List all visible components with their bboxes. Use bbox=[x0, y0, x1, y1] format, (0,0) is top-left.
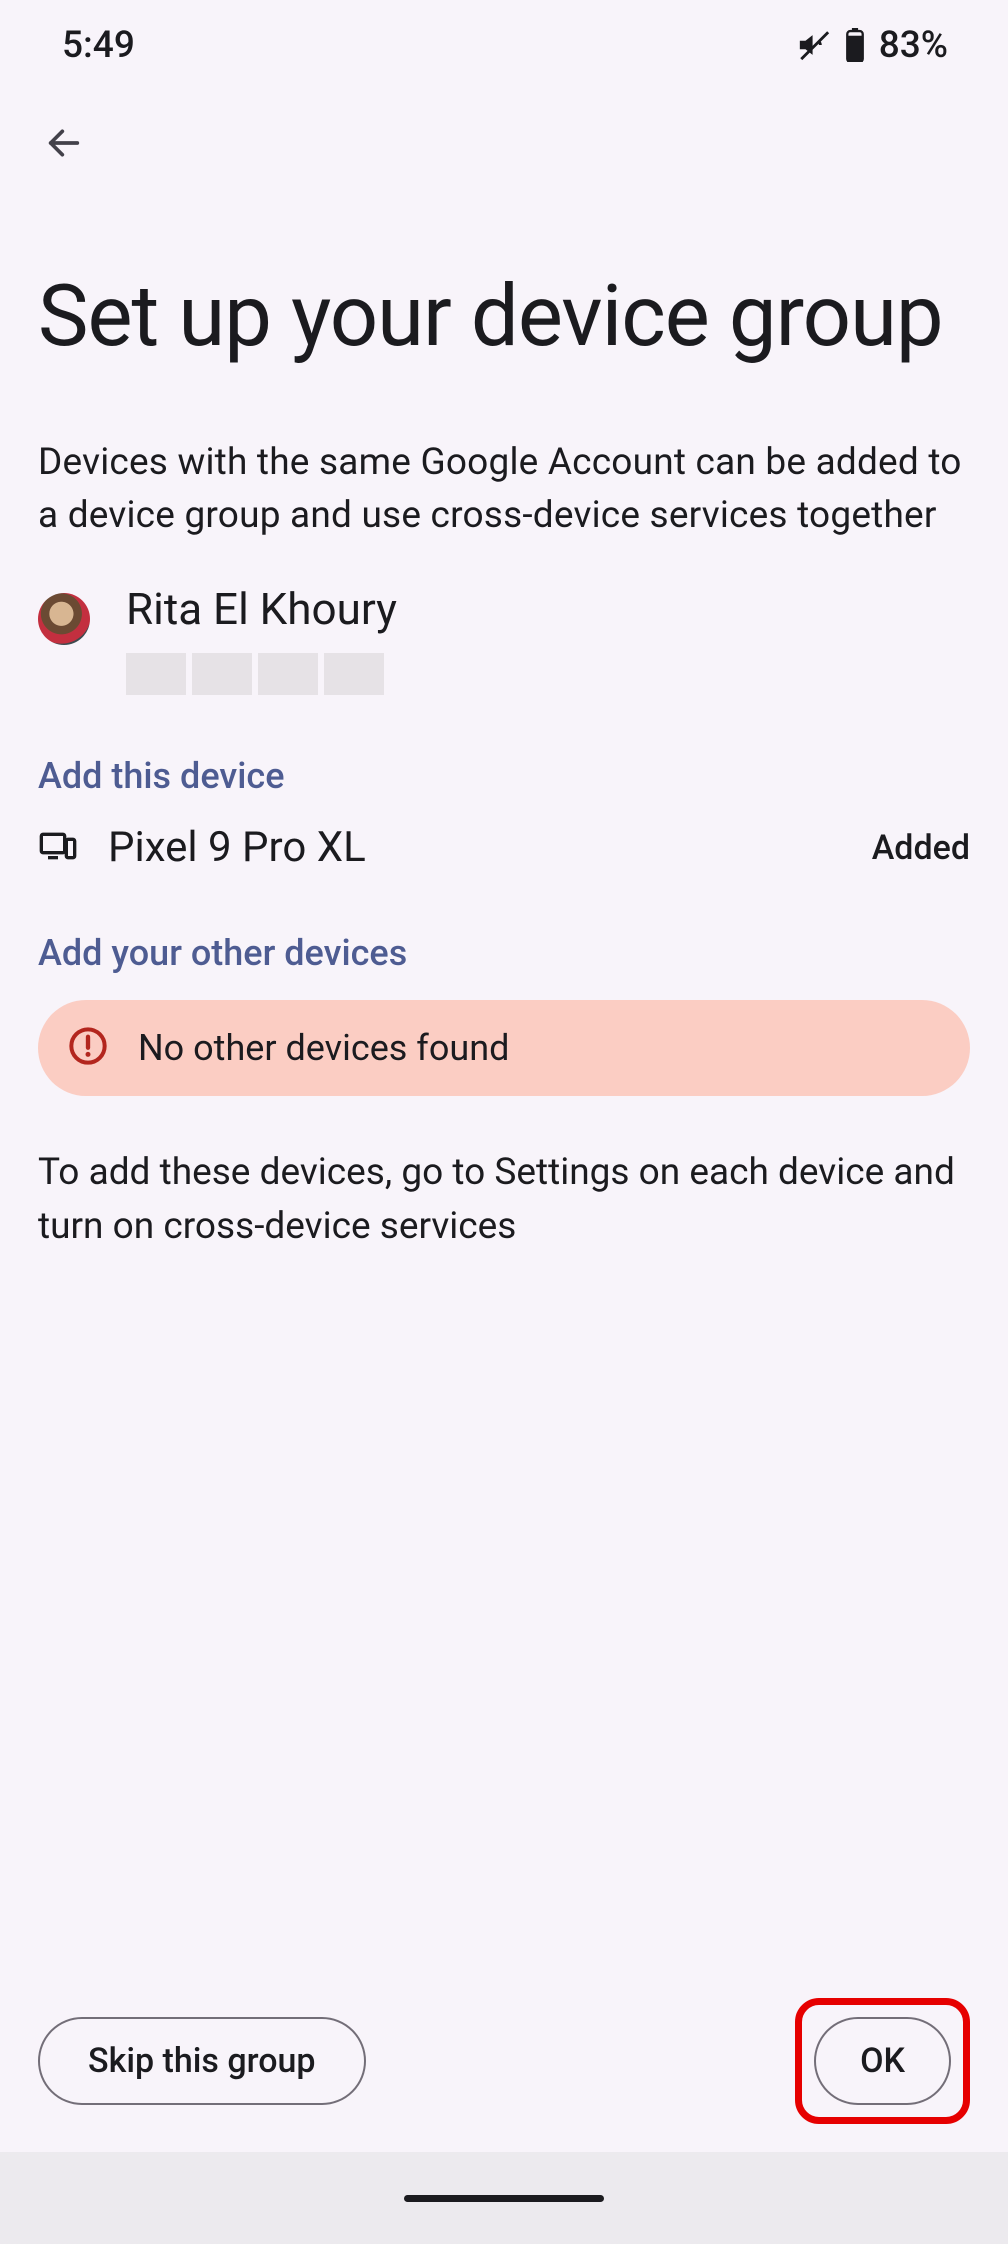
page-title: Set up your device group bbox=[38, 268, 970, 366]
status-bar: 5:49 83% bbox=[0, 0, 1008, 90]
account-name: Rita El Khoury bbox=[126, 583, 406, 635]
back-button[interactable] bbox=[40, 120, 88, 168]
this-device-name: Pixel 9 Pro XL bbox=[108, 823, 842, 872]
battery-icon bbox=[845, 28, 865, 62]
ok-button-highlight: OK bbox=[795, 1998, 970, 2124]
this-device-row: Pixel 9 Pro XL Added bbox=[38, 823, 970, 872]
skip-button[interactable]: Skip this group bbox=[38, 2017, 366, 2105]
this-device-status: Added bbox=[872, 828, 970, 868]
section-header-this-device: Add this device bbox=[38, 755, 970, 797]
status-right: 83% bbox=[797, 24, 948, 67]
battery-percentage: 83% bbox=[879, 24, 948, 67]
account-info: Rita El Khoury bbox=[126, 583, 406, 695]
nav-bar bbox=[0, 90, 1008, 168]
warning-banner: No other devices found bbox=[38, 1000, 970, 1096]
gesture-bar[interactable] bbox=[404, 2195, 604, 2202]
avatar bbox=[38, 593, 90, 645]
status-time: 5:49 bbox=[62, 24, 135, 67]
hint-text: To add these devices, go to Settings on … bbox=[38, 1146, 970, 1253]
account-row[interactable]: Rita El Khoury bbox=[38, 583, 970, 695]
section-header-other-devices: Add your other devices bbox=[38, 932, 970, 974]
main-content: Set up your device group Devices with th… bbox=[0, 168, 1008, 1253]
gesture-nav-area bbox=[0, 2152, 1008, 2244]
arrow-left-icon bbox=[44, 123, 84, 166]
devices-icon bbox=[38, 826, 78, 870]
page-subtitle: Devices with the same Google Account can… bbox=[38, 436, 970, 543]
account-email-redacted bbox=[126, 653, 406, 695]
button-bar: Skip this group OK bbox=[0, 1998, 1008, 2124]
warning-text: No other devices found bbox=[138, 1027, 509, 1069]
mute-icon bbox=[797, 28, 831, 62]
alert-icon bbox=[68, 1026, 108, 1070]
ok-button[interactable]: OK bbox=[814, 2017, 951, 2105]
